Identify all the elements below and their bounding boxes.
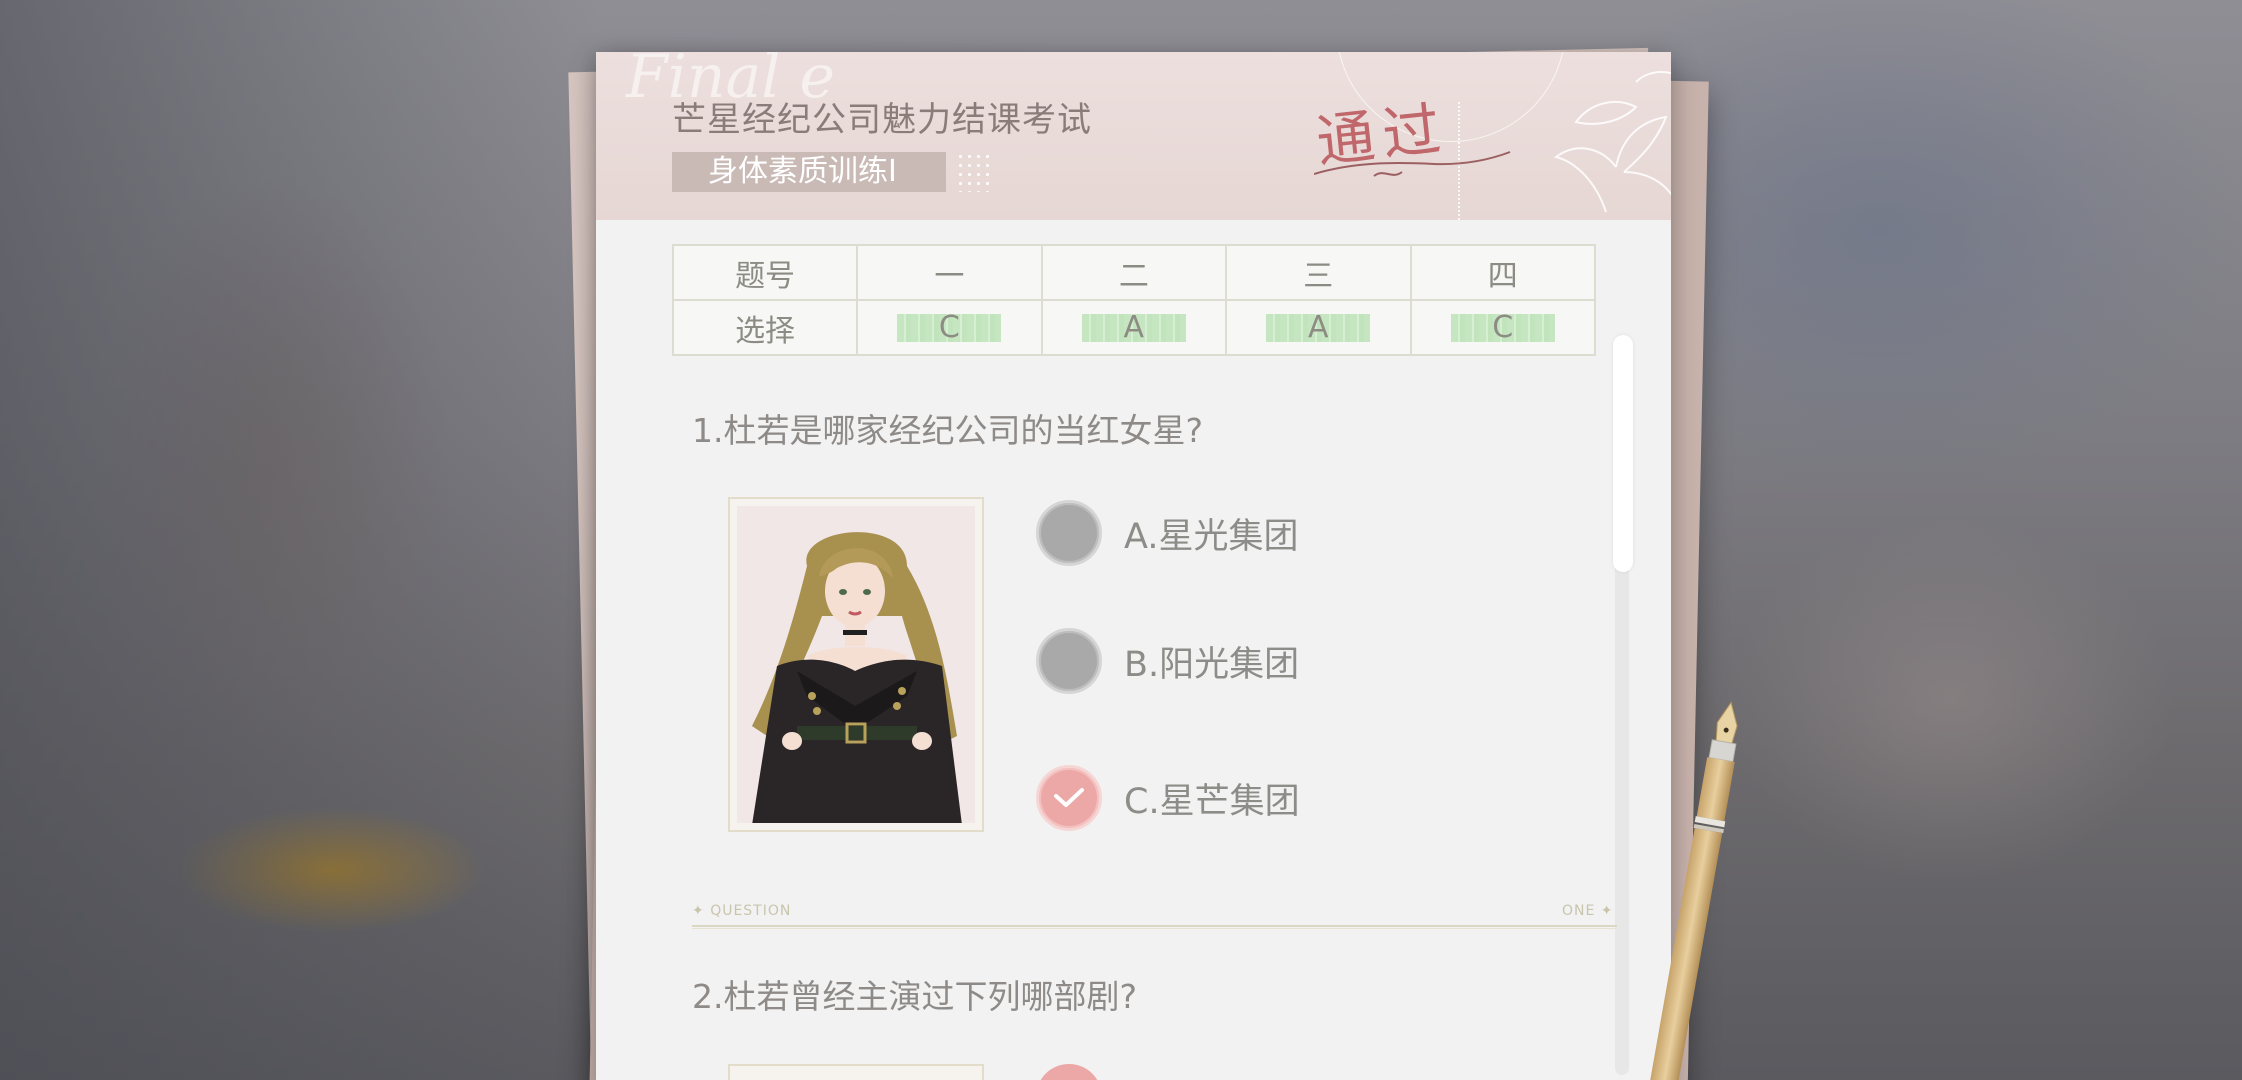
answer-cell[interactable]: C — [856, 299, 1043, 356]
radio-unchecked-icon[interactable] — [1036, 500, 1102, 566]
radio-unchecked-icon[interactable] — [1036, 628, 1102, 694]
answer-value: C — [897, 313, 1002, 343]
stamp-underline — [1314, 151, 1511, 177]
question-number: 四 — [1409, 244, 1596, 301]
background-shadow — [0, 0, 600, 1080]
question-number: 三 — [1225, 244, 1412, 301]
answer-cell[interactable]: A — [1040, 299, 1228, 356]
question-2-text: 2.杜若曾经主演过下列哪部剧? — [692, 977, 1138, 1016]
question-1-text: 1.杜若是哪家经纪公司的当红女星? — [692, 411, 1204, 450]
option-c-label: C.星芒集团 — [1124, 781, 1300, 822]
character-illustration — [737, 506, 975, 823]
scrollbar-thumb[interactable] — [1613, 335, 1633, 572]
section-tag: 身体素质训练I — [672, 152, 946, 192]
option-a[interactable]: A.星光集团 — [1036, 500, 1298, 566]
question-number: 二 — [1040, 244, 1228, 301]
answer-value: C — [1450, 313, 1555, 343]
answer-value: A — [1081, 313, 1186, 343]
checkmark-icon — [1054, 788, 1084, 807]
answer-cell[interactable]: A — [1225, 299, 1412, 356]
option-c[interactable]: C.星芒集团 — [1036, 765, 1300, 831]
exam-title: 芒星经纪公司魅力结课考试 — [672, 100, 1092, 140]
question-divider — [692, 925, 1617, 929]
answer-cell[interactable]: C — [1409, 299, 1596, 356]
answer-table-row-choices: 选择 C A A C — [671, 299, 1596, 356]
fountain-pen-icon — [1649, 701, 1738, 1080]
answer-table-row-numbers: 题号 一 二 三 四 — [671, 244, 1596, 301]
flower-decoration — [1553, 71, 1671, 213]
exam-header: Final e 芒星经纪公司魅力结课考试 身体素质训练I 通过 — [596, 52, 1671, 220]
divider-left-label: ✦ QUESTION — [692, 903, 792, 919]
answer-table: 题号 一 二 三 四 选择 C A A C — [671, 244, 1596, 356]
portrait-image — [737, 506, 975, 823]
row-header-number: 题号 — [671, 244, 859, 301]
option-b-label: B.阳光集团 — [1124, 644, 1300, 685]
option-a-label: A.星光集团 — [1124, 516, 1299, 557]
answer-value: A — [1266, 313, 1371, 343]
option-b[interactable]: B.阳光集团 — [1036, 628, 1299, 694]
divider-left-text: QUESTION — [710, 903, 792, 919]
dots-decoration — [956, 152, 992, 192]
radio-checked-icon[interactable] — [1036, 765, 1102, 831]
divider-right-label: ONE ✦ — [1562, 903, 1614, 919]
row-header-choice: 选择 — [671, 299, 859, 356]
exam-paper: Final e 芒星经纪公司魅力结课考试 身体素质训练I 通过 题号 一 二 三 — [596, 52, 1671, 1080]
divider-right-text: ONE — [1562, 903, 1596, 919]
question-number: 一 — [856, 244, 1043, 301]
question-2-option-icon[interactable] — [1036, 1064, 1102, 1080]
question-2-portrait — [728, 1064, 984, 1080]
character-portrait — [728, 497, 984, 832]
